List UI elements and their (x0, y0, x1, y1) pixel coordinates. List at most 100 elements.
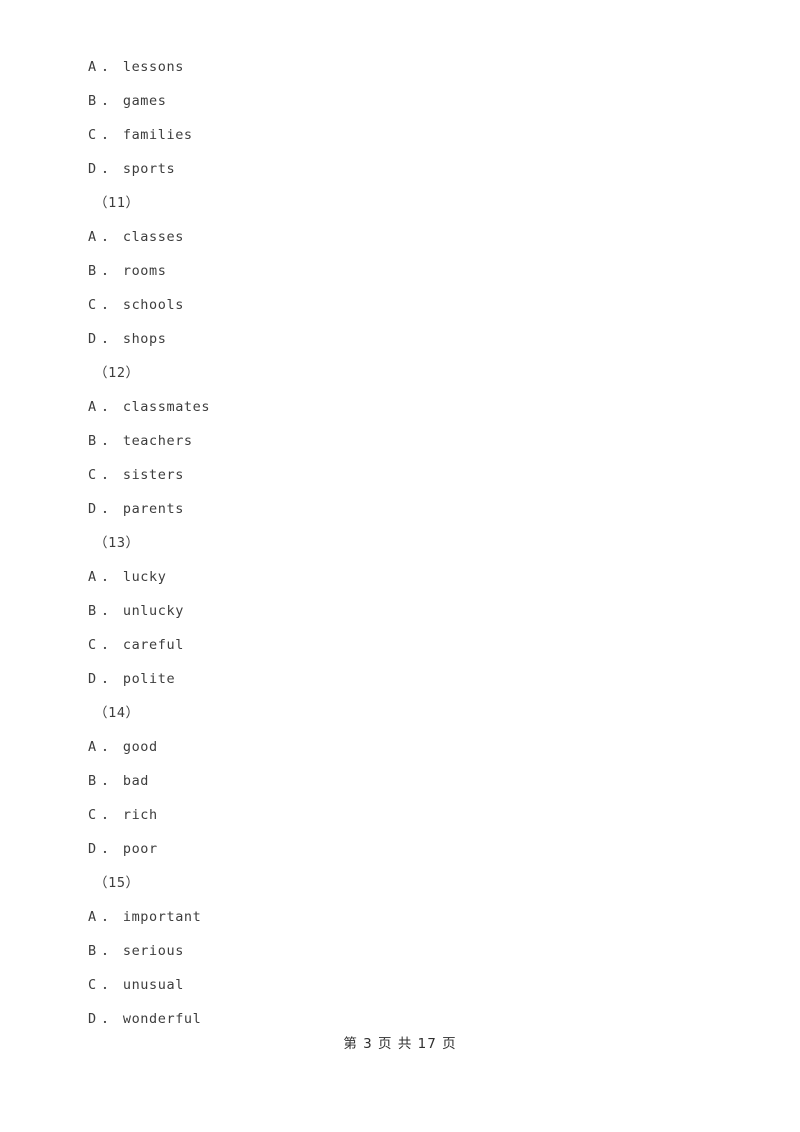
option-letter: A (88, 569, 97, 585)
option-letter: C (88, 297, 97, 313)
option-separator: ． (101, 399, 116, 415)
option-text: serious (122, 943, 184, 959)
option-separator: ． (101, 603, 116, 619)
option-row[interactable]: C ． sisters (88, 458, 708, 492)
option-text: bad (122, 773, 150, 789)
option-row[interactable]: B ． rooms (88, 254, 708, 288)
option-text: schools (122, 297, 184, 313)
option-separator: ． (101, 93, 116, 109)
option-text: unlucky (122, 603, 184, 619)
option-text: classes (122, 229, 184, 245)
option-row[interactable]: C ． families (88, 118, 708, 152)
option-letter: C (88, 467, 97, 483)
option-separator: ． (101, 943, 116, 959)
option-separator: ． (101, 501, 116, 517)
option-letter: B (88, 943, 97, 959)
option-letter: D (88, 161, 97, 177)
option-text: shops (122, 331, 167, 347)
option-text: wonderful (122, 1011, 202, 1027)
option-separator: ． (101, 637, 116, 653)
option-separator: ． (101, 807, 116, 823)
option-separator: ． (101, 263, 116, 279)
option-letter: D (88, 1011, 97, 1027)
option-text: classmates (122, 399, 211, 415)
question-number: （14） (94, 705, 140, 721)
option-separator: ． (101, 1011, 116, 1027)
option-separator: ． (101, 569, 116, 585)
option-letter: A (88, 59, 97, 75)
option-row[interactable]: A ． lessons (88, 50, 708, 84)
option-row[interactable]: A ． classmates (88, 390, 708, 424)
option-letter: B (88, 93, 97, 109)
option-row[interactable]: C ． schools (88, 288, 708, 322)
option-text: families (122, 127, 193, 143)
option-row[interactable]: D ． shops (88, 322, 708, 356)
option-letter: D (88, 331, 97, 347)
option-row[interactable]: A ． lucky (88, 560, 708, 594)
option-separator: ． (101, 739, 116, 755)
option-separator: ． (101, 127, 116, 143)
option-text: sisters (122, 467, 184, 483)
option-separator: ． (101, 977, 116, 993)
option-letter: C (88, 977, 97, 993)
option-row[interactable]: D ． sports (88, 152, 708, 186)
option-separator: ． (101, 59, 116, 75)
option-text: lucky (122, 569, 167, 585)
option-row[interactable]: D ． parents (88, 492, 708, 526)
option-separator: ． (101, 297, 116, 313)
option-letter: A (88, 739, 97, 755)
question-number: （13） (94, 535, 140, 551)
option-row[interactable]: D ． wonderful (88, 1002, 708, 1036)
option-text: parents (122, 501, 184, 517)
option-row[interactable]: D ． polite (88, 662, 708, 696)
document-page: A ． lessons B ． games C ． families D ． sports （11） A ．… (0, 0, 800, 1132)
page-footer: 第 3 页 共 17 页 (343, 1036, 457, 1052)
option-row[interactable]: C ． unusual (88, 968, 708, 1002)
option-letter: A (88, 229, 97, 245)
option-text: polite (122, 671, 176, 687)
option-separator: ． (101, 467, 116, 483)
option-row[interactable]: C ． rich (88, 798, 708, 832)
option-text: rich (122, 807, 158, 823)
option-row[interactable]: B ． serious (88, 934, 708, 968)
option-row[interactable]: B ． unlucky (88, 594, 708, 628)
option-letter: B (88, 603, 97, 619)
option-letter: B (88, 773, 97, 789)
question-list: A ． lessons B ． games C ． families D ． sports （11） A ．… (88, 50, 708, 1036)
option-text: important (122, 909, 202, 925)
option-row[interactable]: D ． poor (88, 832, 708, 866)
option-row[interactable]: B ． teachers (88, 424, 708, 458)
option-row[interactable]: C ． careful (88, 628, 708, 662)
option-text: sports (122, 161, 176, 177)
option-separator: ． (101, 331, 116, 347)
option-letter: D (88, 841, 97, 857)
option-separator: ． (101, 433, 116, 449)
question-number: （11） (94, 195, 140, 211)
option-letter: B (88, 433, 97, 449)
option-text: games (122, 93, 167, 109)
option-text: teachers (122, 433, 193, 449)
option-row[interactable]: A ． important (88, 900, 708, 934)
option-row[interactable]: B ． bad (88, 764, 708, 798)
option-text: poor (122, 841, 158, 857)
option-text: rooms (122, 263, 167, 279)
option-text: good (122, 739, 158, 755)
option-text: unusual (122, 977, 184, 993)
option-letter: C (88, 127, 97, 143)
option-letter: C (88, 807, 97, 823)
option-text: careful (122, 637, 184, 653)
option-separator: ． (101, 909, 116, 925)
option-letter: A (88, 909, 97, 925)
option-separator: ． (101, 841, 116, 857)
option-row[interactable]: A ． classes (88, 220, 708, 254)
option-row[interactable]: A ． good (88, 730, 708, 764)
option-letter: C (88, 637, 97, 653)
option-row[interactable]: B ． games (88, 84, 708, 118)
option-text: lessons (122, 59, 184, 75)
option-letter: D (88, 671, 97, 687)
option-separator: ． (101, 161, 116, 177)
option-letter: B (88, 263, 97, 279)
option-letter: A (88, 399, 97, 415)
option-separator: ． (101, 229, 116, 245)
option-letter: D (88, 501, 97, 517)
